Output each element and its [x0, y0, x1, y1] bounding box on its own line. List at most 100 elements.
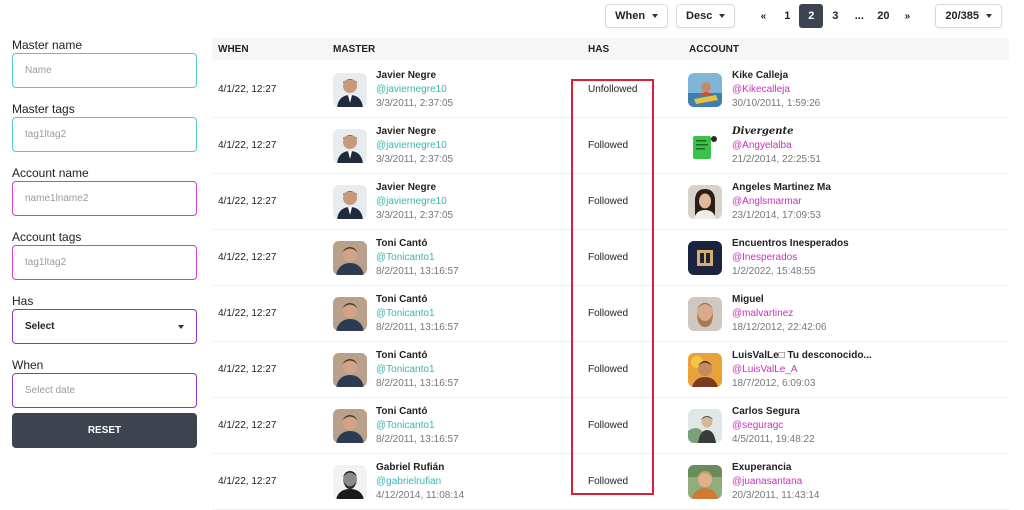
last-page-button[interactable]: »	[895, 4, 919, 28]
account-avatar[interactable]	[688, 73, 722, 107]
master-handle[interactable]: @Tonicanto1	[376, 308, 435, 319]
account-tags-input[interactable]: tag1ltag2	[12, 245, 197, 280]
account-avatar[interactable]	[688, 241, 722, 275]
account-date: 4/5/2011, 19:48:22	[732, 434, 815, 445]
master-date: 8/2/2011, 13:16:57	[376, 378, 459, 389]
master-handle[interactable]: @javiernegre10	[376, 196, 447, 207]
date-picker-input[interactable]: Select date	[12, 373, 197, 408]
header-has[interactable]: HAS	[588, 44, 609, 55]
master-name[interactable]: Toni Cantó	[376, 238, 427, 249]
filter-sidebar: Master name Name Master tags tag1ltag2 A…	[12, 38, 197, 448]
page-3-button[interactable]: 3	[823, 4, 847, 28]
master-name[interactable]: Toni Cantó	[376, 406, 427, 417]
per-page-dropdown[interactable]: 20/385	[935, 4, 1002, 28]
table-row[interactable]: 4/1/22, 12:27 Javier Negre @javiernegre1…	[212, 174, 1009, 230]
page-20-button[interactable]: 20	[871, 4, 895, 28]
row-when: 4/1/22, 12:27	[218, 84, 277, 95]
first-page-button[interactable]: «	[751, 4, 775, 28]
master-handle[interactable]: @Tonicanto1	[376, 364, 435, 375]
master-avatar[interactable]	[333, 129, 367, 163]
has-select[interactable]: Select	[12, 309, 197, 344]
account-name[interactable]: Divergente	[732, 126, 794, 137]
master-name-input[interactable]: Name	[12, 53, 197, 88]
account-handle[interactable]: @seguragc	[732, 420, 783, 431]
account-avatar[interactable]	[688, 465, 722, 499]
master-name[interactable]: Javier Negre	[376, 126, 436, 137]
account-handle[interactable]: @malvartinez	[732, 308, 793, 319]
master-handle[interactable]: @javiernegre10	[376, 140, 447, 151]
master-avatar[interactable]	[333, 465, 367, 499]
master-handle[interactable]: @javiernegre10	[376, 84, 447, 95]
account-avatar[interactable]	[688, 129, 722, 163]
pagination-ellipsis: ...	[854, 10, 864, 22]
order-dropdown[interactable]: Desc	[676, 4, 736, 28]
master-handle[interactable]: @Tonicanto1	[376, 252, 435, 263]
page-1-button[interactable]: 1	[775, 4, 799, 28]
master-avatar[interactable]	[333, 185, 367, 219]
has-status: Followed	[588, 364, 629, 375]
account-name[interactable]: Carlos Segura	[732, 406, 800, 417]
row-when: 4/1/22, 12:27	[218, 476, 277, 487]
account-handle[interactable]: @Inesperados	[732, 252, 797, 263]
header-account[interactable]: ACCOUNT	[689, 44, 739, 55]
has-status: Unfollowed	[588, 84, 638, 95]
page-2-button[interactable]: 2	[799, 4, 824, 28]
master-name[interactable]: Javier Negre	[376, 70, 436, 81]
date-placeholder: Select date	[25, 385, 76, 396]
account-handle[interactable]: @juanasantana	[732, 476, 802, 487]
account-handle[interactable]: @LuisValLe_A	[732, 364, 798, 375]
master-name[interactable]: Toni Cantó	[376, 294, 427, 305]
chevron-down-icon	[652, 14, 659, 18]
master-name[interactable]: Javier Negre	[376, 182, 436, 193]
account-name[interactable]: Exuperancia	[732, 462, 791, 473]
when-dropdown[interactable]: When	[605, 4, 669, 28]
account-avatar[interactable]	[688, 297, 722, 331]
master-name[interactable]: Gabriel Rufián	[376, 462, 444, 473]
reset-button[interactable]: RESET	[12, 413, 197, 448]
account-name[interactable]: Miguel	[732, 294, 764, 305]
account-date: 1/2/2022, 15:48:55	[732, 266, 816, 277]
row-when: 4/1/22, 12:27	[218, 364, 277, 375]
table-row[interactable]: 4/1/22, 12:27 Javier Negre @javiernegre1…	[212, 62, 1009, 118]
header-master[interactable]: MASTER	[333, 44, 375, 55]
chevron-down-icon	[986, 14, 992, 18]
account-avatar[interactable]	[688, 409, 722, 443]
account-name[interactable]: LuisValLe□ Tu desconocido...	[732, 350, 872, 361]
master-date: 8/2/2011, 13:16:57	[376, 266, 459, 277]
account-handle[interactable]: @Kikecalleja	[732, 84, 790, 95]
account-handle[interactable]: @Angyelalba	[732, 140, 792, 151]
master-avatar[interactable]	[333, 73, 367, 107]
master-handle[interactable]: @gabrielrufian	[376, 476, 441, 487]
header-when[interactable]: WHEN	[218, 44, 249, 55]
account-name[interactable]: Encuentros Inesperados	[732, 238, 849, 249]
master-avatar[interactable]	[333, 409, 367, 443]
account-avatar[interactable]	[688, 185, 722, 219]
account-avatar[interactable]	[688, 353, 722, 387]
master-avatar[interactable]	[333, 241, 367, 275]
toolbar: When Desc « 1 2 3 ... 20 » 20/385	[605, 4, 1002, 28]
account-date: 23/1/2014, 17:09:53	[732, 210, 821, 221]
table-row[interactable]: 4/1/22, 12:27 Javier Negre @javiernegre1…	[212, 118, 1009, 174]
table-row[interactable]: 4/1/22, 12:27 Toni Cantó @Tonicanto1 8/2…	[212, 286, 1009, 342]
master-name-placeholder: Name	[25, 65, 52, 76]
master-avatar[interactable]	[333, 297, 367, 331]
master-tags-label: Master tags	[12, 102, 75, 116]
account-handle[interactable]: @Anglsmarmar	[732, 196, 802, 207]
master-avatar[interactable]	[333, 353, 367, 387]
account-name-input[interactable]: name1lname2	[12, 181, 197, 216]
table-row[interactable]: 4/1/22, 12:27 Gabriel Rufián @gabrielruf…	[212, 454, 1009, 510]
table-row[interactable]: 4/1/22, 12:27 Toni Cantó @Tonicanto1 8/2…	[212, 230, 1009, 286]
account-name[interactable]: Angeles Martinez Ma	[732, 182, 831, 193]
master-handle[interactable]: @Tonicanto1	[376, 420, 435, 431]
table-row[interactable]: 4/1/22, 12:27 Toni Cantó @Tonicanto1 8/2…	[212, 342, 1009, 398]
account-name-label: Account name	[12, 166, 89, 180]
account-name[interactable]: Kike Calleja	[732, 70, 788, 81]
master-tags-input[interactable]: tag1ltag2	[12, 117, 197, 152]
table-row[interactable]: 4/1/22, 12:27 Toni Cantó @Tonicanto1 8/2…	[212, 398, 1009, 454]
table-header: WHEN MASTER HAS ACCOUNT	[212, 38, 1009, 60]
master-date: 4/12/2014, 11:08:14	[376, 490, 465, 501]
row-when: 4/1/22, 12:27	[218, 252, 277, 263]
master-name[interactable]: Toni Cantó	[376, 350, 427, 361]
master-date: 8/2/2011, 13:16:57	[376, 434, 459, 445]
has-status: Followed	[588, 140, 629, 151]
